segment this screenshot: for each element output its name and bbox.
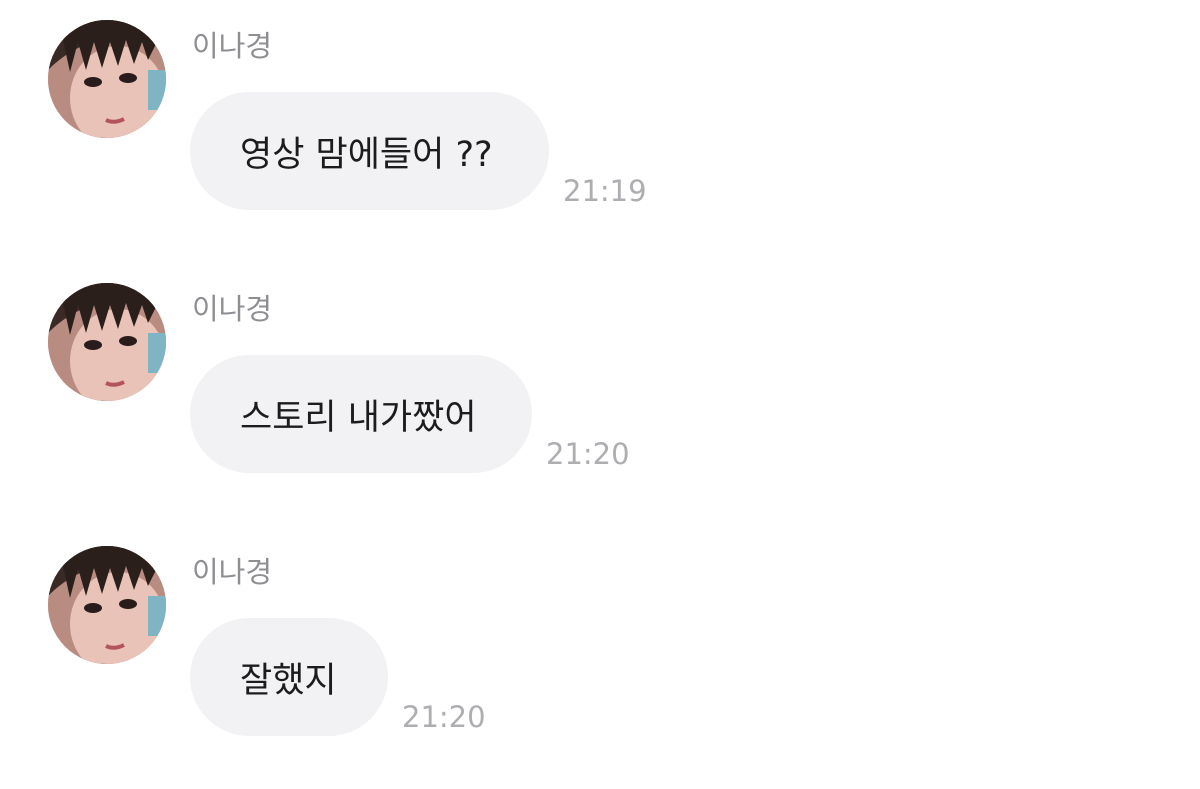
chat-thread: 이나경 영상 맘에들어 ?? 21:19 이나경 스토리 내가짰어 21:20 — [0, 0, 1200, 789]
message-row: 이나경 잘했지 21:20 — [0, 546, 1200, 746]
sender-name: 이나경 — [192, 292, 273, 326]
sender-name: 이나경 — [192, 555, 273, 589]
message-text: 잘했지 — [240, 660, 337, 701]
message-text: 스토리 내가짰어 — [240, 397, 477, 438]
message-timestamp: 21:20 — [402, 700, 486, 734]
avatar-photo-icon — [48, 20, 166, 138]
avatar[interactable] — [48, 20, 166, 138]
avatar[interactable] — [48, 283, 166, 401]
sender-name: 이나경 — [192, 29, 273, 63]
message-bubble[interactable]: 영상 맘에들어 ?? — [190, 92, 549, 210]
avatar[interactable] — [48, 546, 166, 664]
avatar-photo-icon — [48, 546, 166, 664]
message-row: 이나경 영상 맘에들어 ?? 21:19 — [0, 20, 1200, 220]
message-timestamp: 21:20 — [546, 437, 630, 471]
message-timestamp: 21:19 — [563, 174, 647, 208]
message-bubble[interactable]: 잘했지 — [190, 618, 388, 736]
avatar-photo-icon — [48, 283, 166, 401]
message-text: 영상 맘에들어 ?? — [240, 134, 493, 175]
message-bubble[interactable]: 스토리 내가짰어 — [190, 355, 532, 473]
message-row: 이나경 스토리 내가짰어 21:20 — [0, 283, 1200, 483]
